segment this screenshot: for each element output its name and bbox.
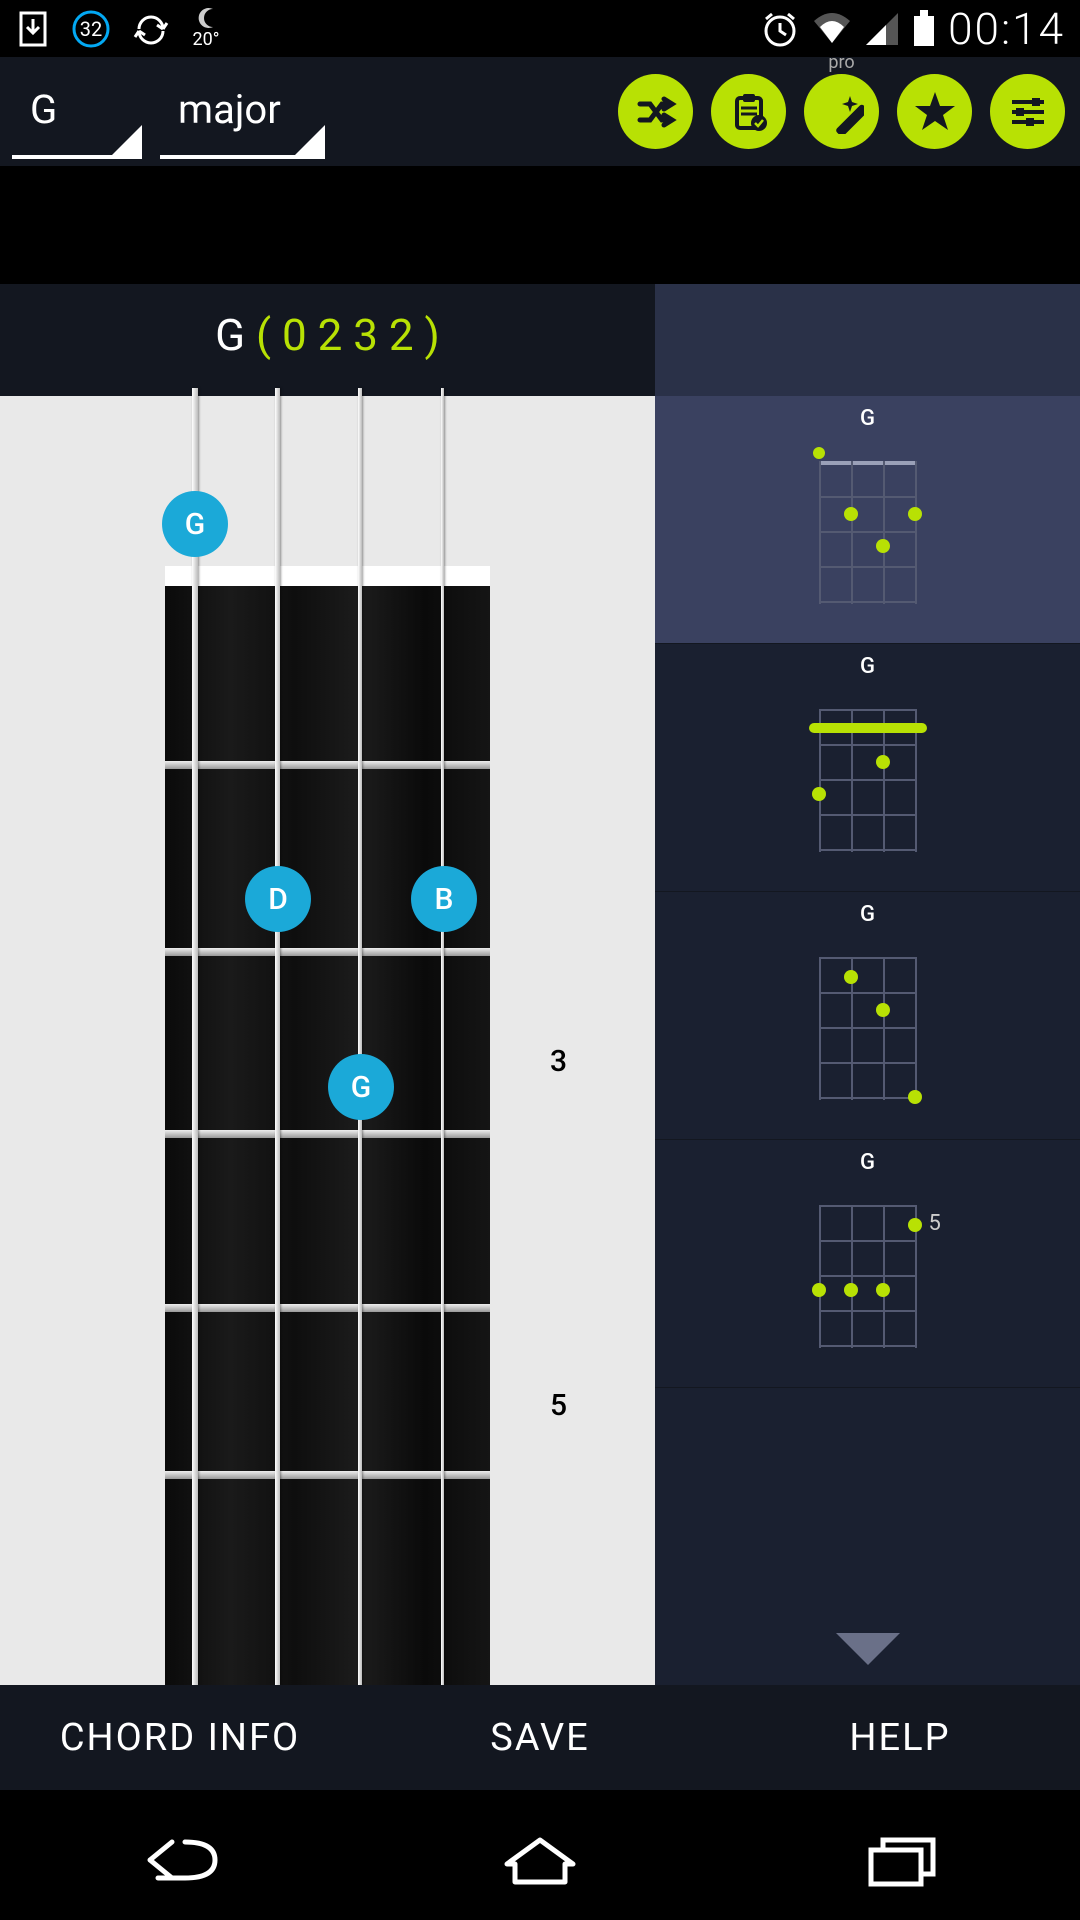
dropdown-indicator-icon: [295, 125, 325, 155]
signal-icon: [864, 11, 900, 47]
chord-variant[interactable]: G: [655, 644, 1080, 892]
checklist-button[interactable]: [711, 74, 786, 149]
chord-pattern: ( 0 2 3 2 ): [256, 309, 440, 361]
download-icon: [15, 11, 51, 47]
scroll-down-icon[interactable]: [836, 1633, 900, 1665]
finger-marker: B: [411, 866, 477, 932]
main-fretboard-panel: G ( 0 2 3 2 ) G D G B 3 5: [0, 166, 655, 1685]
mini-fretboard: 5: [819, 1183, 917, 1348]
chord-info-button[interactable]: CHORD INFO: [0, 1716, 360, 1760]
nav-recent-button[interactable]: [720, 1800, 1080, 1920]
nav-back-button[interactable]: [0, 1800, 360, 1920]
variant-label: G: [860, 406, 875, 431]
clipboard-check-icon: [727, 90, 771, 134]
finger-marker: G: [328, 1054, 394, 1120]
chord-root: G: [215, 309, 245, 361]
fret-number: 3: [550, 1044, 567, 1079]
wifi-icon: [812, 11, 852, 47]
chord-variant[interactable]: G: [655, 396, 1080, 644]
pro-badge: pro: [828, 52, 854, 73]
mini-fretboard: [819, 935, 917, 1100]
sliders-icon: [1006, 90, 1050, 134]
status-left: 32 20°: [15, 7, 221, 50]
mini-fretboard: [819, 439, 917, 604]
fret-number: 5: [550, 1388, 567, 1423]
save-button[interactable]: SAVE: [360, 1716, 720, 1760]
clock-text: 00:14: [948, 3, 1065, 55]
alarm-icon: [760, 9, 800, 49]
note-selector-value: G: [30, 86, 57, 133]
chord-variant[interactable]: G 5: [655, 1140, 1080, 1388]
bottom-action-bar: CHORD INFO SAVE HELP: [0, 1685, 1080, 1790]
shuffle-button[interactable]: [618, 74, 693, 149]
magic-button[interactable]: pro: [804, 74, 879, 149]
top-toolbar: G major pro: [0, 57, 1080, 166]
help-button[interactable]: HELP: [720, 1716, 1080, 1760]
status-right: 00:14: [760, 3, 1065, 55]
home-icon: [495, 1830, 585, 1890]
nav-home-button[interactable]: [360, 1800, 720, 1920]
variant-label: G: [860, 902, 875, 927]
finger-marker: D: [245, 866, 311, 932]
string-line: [275, 388, 280, 1685]
date-badge-icon: 32: [71, 9, 111, 49]
note-selector[interactable]: G: [12, 64, 142, 159]
mini-fretboard: [819, 687, 917, 852]
recent-apps-icon: [855, 1830, 945, 1890]
star-icon: [911, 88, 959, 136]
string-line: [441, 388, 444, 1685]
variant-list[interactable]: G G G: [655, 284, 1080, 1685]
string-line: [192, 388, 198, 1685]
content-area: G ( 0 2 3 2 ) G D G B 3 5 G: [0, 166, 1080, 1685]
status-bar: 32 20° 00:14: [0, 0, 1080, 57]
string-line: [358, 388, 362, 1685]
chord-title: G ( 0 2 3 2 ): [0, 309, 655, 361]
back-icon: [130, 1830, 230, 1890]
type-selector[interactable]: major: [160, 64, 325, 159]
settings-button[interactable]: [990, 74, 1065, 149]
sync-icon: [131, 11, 171, 47]
magic-wand-icon: [820, 90, 864, 134]
variant-label: G: [860, 1150, 875, 1175]
android-nav-bar: [0, 1790, 1080, 1920]
variant-header: [655, 284, 1080, 396]
finger-marker: G: [162, 491, 228, 557]
variant-label: G: [860, 654, 875, 679]
battery-icon: [912, 10, 936, 48]
type-selector-value: major: [178, 86, 281, 133]
shuffle-icon: [634, 90, 678, 134]
dropdown-indicator-icon: [112, 125, 142, 155]
chord-variant[interactable]: G: [655, 892, 1080, 1140]
favorite-button[interactable]: [897, 74, 972, 149]
weather-icon: 20°: [191, 7, 221, 50]
